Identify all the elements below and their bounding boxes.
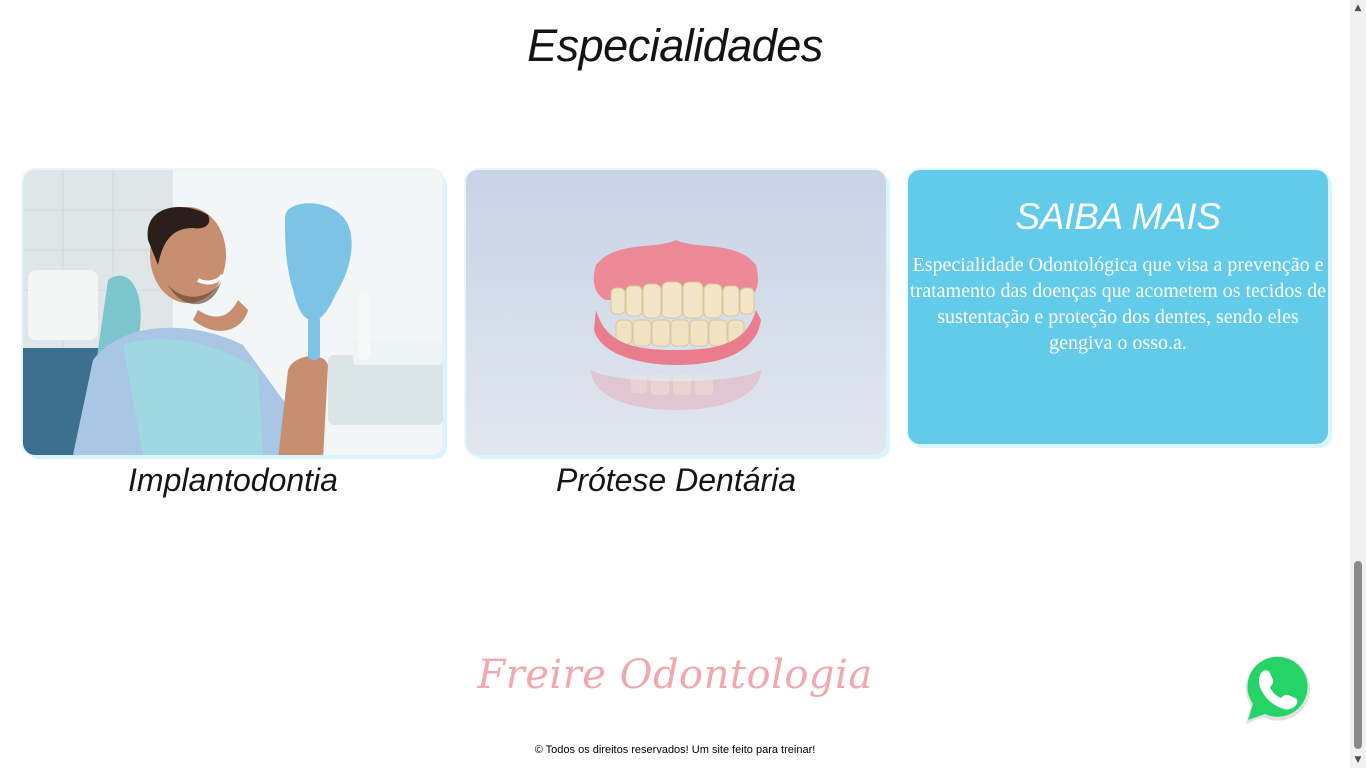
saiba-mais-text: Especialidade Odontológica que visa a pr… xyxy=(910,254,1326,354)
whatsapp-button[interactable] xyxy=(1236,650,1314,728)
card-saiba-mais[interactable]: SAIBA MAIS Especialidade Odontológica qu… xyxy=(908,170,1328,444)
caption-implantodontia: Implantodontia xyxy=(128,462,338,498)
saiba-mais-title: SAIBA MAIS xyxy=(1015,196,1221,237)
page-scrollbar[interactable]: ▲ ▼ xyxy=(1350,0,1366,768)
whatsapp-icon xyxy=(1238,651,1312,725)
scrollbar-thumb[interactable] xyxy=(1354,561,1362,749)
protese-dentaria-image xyxy=(466,170,886,455)
card-implantodontia[interactable] xyxy=(23,170,443,455)
page: Especialidades Implantodontia Prótese De… xyxy=(0,0,1350,768)
caption-protese-dentaria: Prótese Dentária xyxy=(555,462,797,498)
scroll-up-arrow-icon[interactable]: ▲ xyxy=(1350,0,1366,16)
card-protese-dentaria[interactable] xyxy=(466,170,886,455)
footer-copyright: © Todos os direitos reservados! Um site … xyxy=(534,744,816,756)
implantodontia-image xyxy=(23,170,443,455)
footer-brand-logo: Freire Odontologia xyxy=(477,652,873,698)
scroll-down-arrow-icon[interactable]: ▼ xyxy=(1350,752,1366,768)
section-title: Especialidades xyxy=(527,20,823,71)
